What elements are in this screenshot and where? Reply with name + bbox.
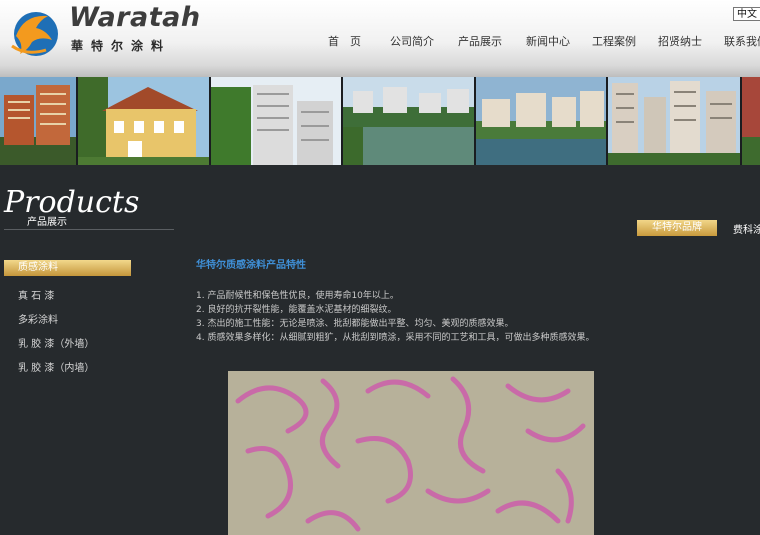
page-title: Products <box>4 185 140 220</box>
sidebar-item-latex-exterior[interactable]: 乳 胶 漆（外墙） <box>18 335 94 350</box>
banner-photo-4 <box>343 77 474 165</box>
content-title: 华特尔质感涂料产品特性 <box>196 260 306 271</box>
site-header: Waratah 華特尔涂料 中文 首 页 公司简介 产品展示 新闻中心 工程案例… <box>0 0 760 77</box>
banner-photo-1 <box>0 77 76 165</box>
banner-photo-5 <box>476 77 606 165</box>
banner-photo-strip <box>0 77 760 165</box>
title-divider <box>4 229 174 230</box>
nav-careers[interactable]: 招贤纳士 <box>658 33 702 49</box>
texture-sample-image <box>228 371 594 535</box>
banner-photo-3 <box>211 77 341 165</box>
tab-next[interactable]: 费科涂 <box>733 221 760 236</box>
sidebar-item-latex-interior[interactable]: 乳 胶 漆（内墙） <box>18 359 94 374</box>
sidebar-item-multicolor-coating[interactable]: 多彩涂料 <box>18 311 58 326</box>
sidebar-item-texture-coating[interactable]: 质感涂料 <box>4 260 131 276</box>
language-switch[interactable]: 中文 <box>733 7 760 21</box>
nav-home[interactable]: 首 页 <box>328 33 361 49</box>
feature-item: 2. 良好的抗开裂性能，能覆盖水泥基材的细裂纹。 <box>196 305 397 315</box>
kangaroo-logo-icon[interactable] <box>6 6 64 60</box>
tab-waratah-brand[interactable]: 华特尔品牌 <box>637 220 717 236</box>
feature-item: 3. 杰出的施工性能：无论是喷涂、批刮都能做出平整、均匀、美观的质感效果。 <box>196 319 514 329</box>
nav-news[interactable]: 新闻中心 <box>526 33 570 49</box>
banner-photo-2 <box>78 77 209 165</box>
nav-cases[interactable]: 工程案例 <box>592 33 636 49</box>
sidebar-item-stone-paint[interactable]: 真 石 漆 <box>18 287 54 302</box>
brand-name-cn: 華特尔涂料 <box>71 39 172 53</box>
feature-item: 4. 质感效果多样化：从细腻到粗犷，从批刮到喷涂，采用不同的工艺和工具，可做出多… <box>196 333 595 343</box>
nav-products[interactable]: 产品展示 <box>458 33 502 49</box>
nav-about[interactable]: 公司简介 <box>390 33 434 49</box>
nav-contact[interactable]: 联系我们 <box>724 33 760 49</box>
brand-name-en[interactable]: Waratah <box>69 2 201 33</box>
feature-item: 1. 产品耐候性和保色性优良，使用寿命10年以上。 <box>196 291 399 301</box>
page-subtitle: 产品展示 <box>27 217 67 228</box>
banner-photo-6 <box>608 77 740 165</box>
banner-photo-7 <box>742 77 760 165</box>
